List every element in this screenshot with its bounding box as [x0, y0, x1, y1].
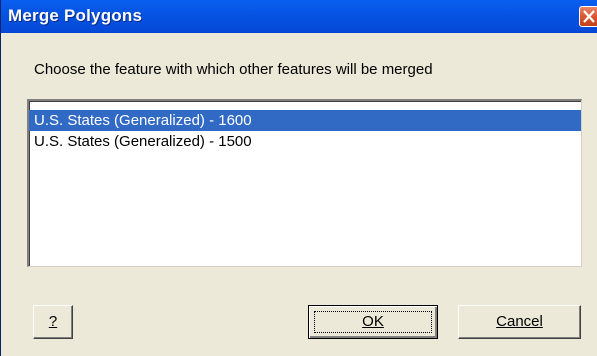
help-button[interactable]: ? — [33, 305, 73, 339]
help-button-label: ? — [48, 313, 58, 330]
cancel-button-label: Cancel — [496, 313, 543, 330]
cancel-button[interactable]: Cancel — [458, 305, 581, 339]
features-listbox[interactable]: U.S. States (Generalized) - 1600 U.S. St… — [27, 99, 582, 267]
list-item[interactable]: U.S. States (Generalized) - 1500 — [29, 131, 581, 152]
dialog-title: Merge Polygons — [8, 6, 143, 25]
close-button[interactable] — [579, 6, 597, 27]
ok-button[interactable]: OK — [308, 305, 438, 339]
list-item[interactable]: U.S. States (Generalized) - 1600 — [29, 110, 581, 131]
title-bar[interactable]: Merge Polygons — [1, 0, 597, 33]
instruction-label: Choose the feature with which other feat… — [34, 61, 433, 78]
merge-polygons-dialog: Merge Polygons Choose the feature with w… — [0, 0, 597, 356]
close-icon — [583, 10, 595, 23]
ok-button-label: OK — [362, 313, 384, 330]
